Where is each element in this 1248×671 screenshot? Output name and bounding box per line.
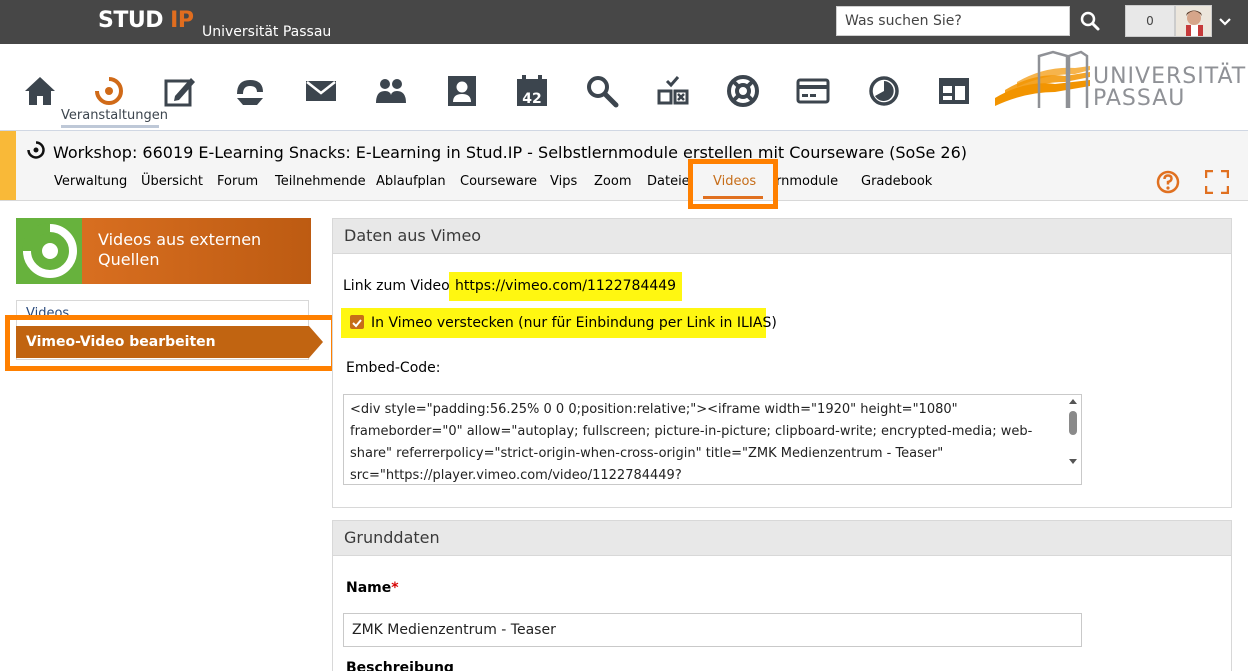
fullscreen-icon[interactable] [1204,169,1230,195]
annotation-highlight-sidebar [5,315,336,371]
avatar[interactable] [1175,5,1212,37]
tab-lernmodule[interactable]: rnmodule [776,174,838,189]
mycourses-icon[interactable] [163,74,197,108]
tools-icon[interactable] [233,74,267,108]
tab-zoom[interactable]: Zoom [594,174,631,189]
sidebar-banner-title: Videos aus externen Quellen [98,230,262,269]
chevron-down-icon[interactable] [1217,14,1233,30]
basic-data-panel: Grunddaten [332,520,1232,671]
hide-in-vimeo-label[interactable]: In Vimeo verstecken (nur für Einbindung … [371,315,777,331]
university-name: Universität Passau [202,24,332,40]
embed-code-scrollbar[interactable] [1066,398,1080,470]
nav-active-underline [61,125,159,128]
help-icon[interactable] [1156,170,1180,194]
course-type-icon [26,140,46,160]
video-link-label: Link zum Video: [343,278,455,294]
nav-label-veranstaltungen[interactable]: Veranstaltungen [61,108,168,123]
hide-in-vimeo-checkbox[interactable] [350,315,364,329]
messages-icon[interactable] [304,74,338,108]
panel-title[interactable]: Grunddaten [333,521,1231,556]
university-logo-text-city: PASSAU [1093,86,1186,111]
sidebar-banner-logo [16,218,82,284]
tab-dateien[interactable]: Dateie [647,174,690,189]
calendar-icon[interactable]: 42 [515,74,549,108]
search-input[interactable] [836,6,1070,36]
search-icon[interactable] [1077,8,1103,34]
name-label: Name* [346,580,399,596]
annotation-highlight-tab [688,159,778,209]
panel-title[interactable]: Daten aus Vimeo [333,219,1231,254]
payment-icon[interactable] [796,74,830,108]
tab-forum[interactable]: Forum [217,174,258,189]
community-icon[interactable] [374,74,408,108]
embed-code-label: Embed-Code: [346,360,441,376]
course-accent-bar [0,131,16,200]
video-link[interactable]: https://vimeo.com/1122784449 [449,272,683,301]
support-icon[interactable] [726,74,760,108]
notification-counter[interactable]: 0 [1125,5,1175,37]
profile-icon[interactable] [445,74,479,108]
tab-vips[interactable]: Vips [550,174,577,189]
name-input[interactable] [343,613,1082,647]
stats-icon[interactable] [867,74,901,108]
home-icon[interactable] [23,74,57,108]
course-title: Workshop: 66019 E-Learning Snacks: E-Lea… [53,143,968,162]
tab-uebersicht[interactable]: Übersicht [141,174,203,189]
course-header [0,131,1248,201]
tab-gradebook[interactable]: Gradebook [861,174,932,189]
embed-code-textarea[interactable]: <div style="padding:56.25% 0 0 0;positio… [343,394,1082,485]
search-icon[interactable] [585,74,619,108]
tab-verwaltung[interactable]: Verwaltung [54,174,127,189]
tab-ablaufplan[interactable]: Ablaufplan [376,174,446,189]
vips-icon[interactable] [656,74,690,108]
tab-teilnehmende[interactable]: Teilnehmende [275,174,366,189]
widgets-icon[interactable] [937,74,971,108]
tab-courseware[interactable]: Courseware [460,174,537,189]
courses-icon[interactable] [92,74,126,108]
calendar-day-number: 42 [522,91,541,107]
description-label: Beschreibung [346,660,454,671]
studip-logo[interactable]: STUD IP [98,8,194,33]
